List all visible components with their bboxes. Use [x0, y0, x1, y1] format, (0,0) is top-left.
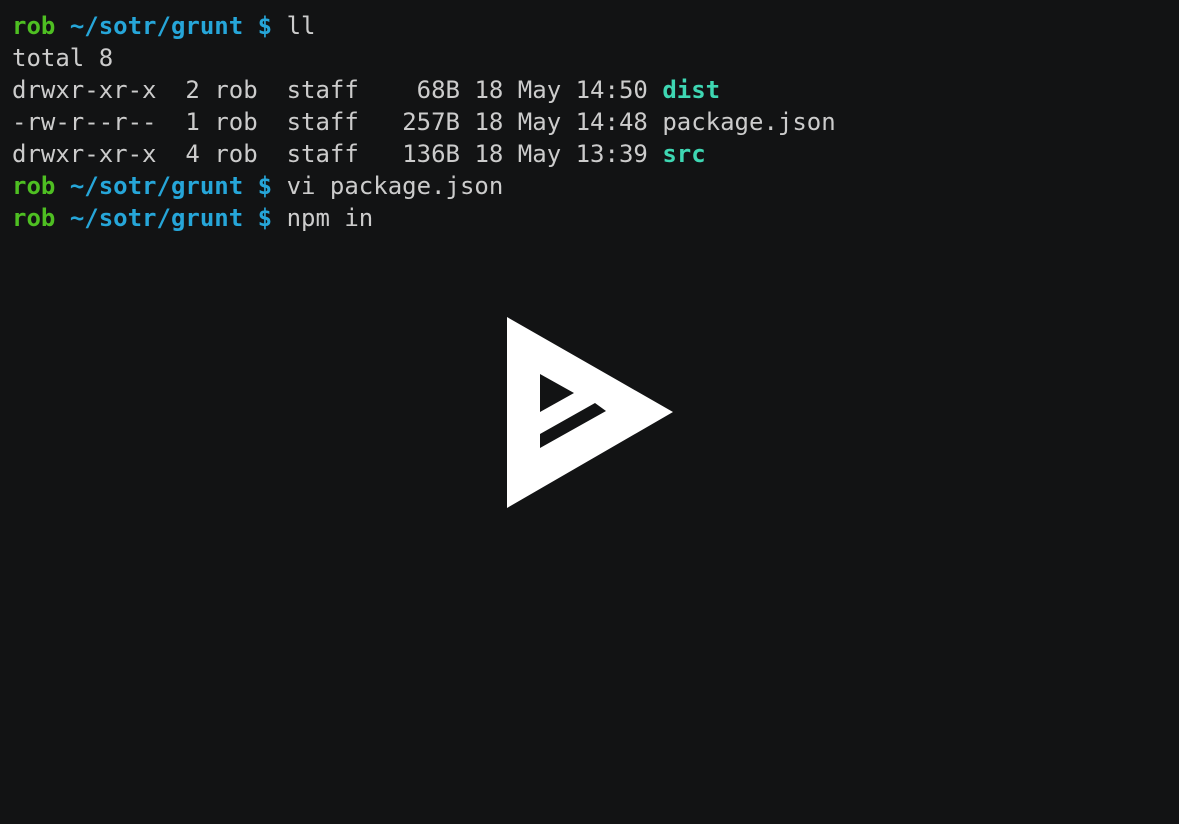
prompt-path: ~/sotr/grunt [69, 12, 244, 40]
prompt-path: ~/sotr/grunt [69, 204, 244, 232]
file-links: 4 [185, 140, 200, 168]
listing-row: drwxr-xr-x 4 rob staff 136B 18 May 13:39… [12, 138, 1167, 170]
prompt-symbol: $ [257, 172, 273, 200]
file-links: 1 [185, 108, 200, 136]
file-time: 13:39 [575, 140, 648, 168]
file-owner: rob [214, 140, 258, 168]
listing-row: drwxr-xr-x 2 rob staff 68B 18 May 14:50 … [12, 74, 1167, 106]
file-name: src [662, 140, 706, 168]
asciinema-play-icon [507, 317, 673, 508]
file-month: May [517, 76, 562, 104]
file-time: 14:48 [575, 108, 648, 136]
file-time: 14:50 [575, 76, 648, 104]
prompt-symbol: $ [257, 12, 273, 40]
file-owner: rob [214, 108, 258, 136]
prompt-user: rob [12, 204, 56, 232]
prompt-user: rob [12, 12, 56, 40]
file-day: 18 [474, 76, 504, 104]
file-group: staff [286, 108, 359, 136]
file-group: staff [286, 76, 359, 104]
prompt-path: ~/sotr/grunt [69, 172, 244, 200]
file-links: 2 [185, 76, 200, 104]
file-size: 136B [402, 140, 460, 168]
prompt-user: rob [12, 172, 56, 200]
file-name: package.json [662, 108, 836, 136]
file-permissions: drwxr-xr-x [12, 76, 157, 104]
file-permissions: -rw-r--r-- [12, 108, 157, 136]
output-total: total 8 [12, 44, 114, 72]
file-size: 68B [416, 76, 460, 104]
file-day: 18 [474, 140, 504, 168]
file-group: staff [286, 140, 359, 168]
play-button[interactable] [505, 315, 675, 510]
file-permissions: drwxr-xr-x [12, 140, 157, 168]
prompt-line: rob ~/sotr/grunt $ vi package.json [12, 170, 1167, 202]
file-size: 257B [402, 108, 460, 136]
command-text: vi package.json [286, 172, 504, 200]
file-name: dist [662, 76, 721, 104]
command-text: ll [286, 12, 316, 40]
file-day: 18 [474, 108, 504, 136]
prompt-line: rob ~/sotr/grunt $ ll [12, 10, 1167, 42]
prompt-line: rob ~/sotr/grunt $ npm in [12, 202, 1167, 234]
listing-row: -rw-r--r-- 1 rob staff 257B 18 May 14:48… [12, 106, 1167, 138]
file-owner: rob [214, 76, 258, 104]
file-month: May [517, 108, 562, 136]
command-text: npm in [286, 204, 374, 232]
file-month: May [517, 140, 562, 168]
prompt-symbol: $ [257, 204, 273, 232]
